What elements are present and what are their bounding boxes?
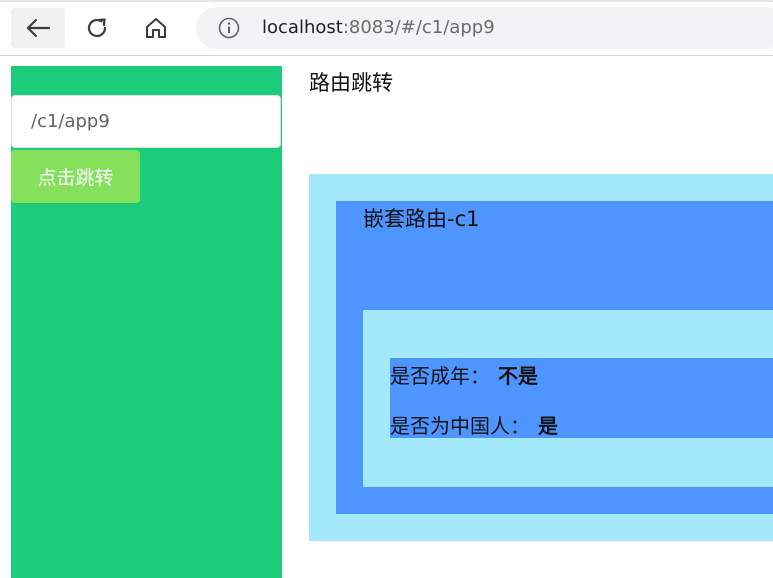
url-host: localhost	[262, 17, 343, 38]
url-path: :8083/#/c1/app9	[342, 17, 495, 38]
router-view-outer: 嵌套路由-c1 是否成年： 不是 是否为中国人： 是	[309, 174, 773, 541]
reload-icon	[87, 18, 107, 38]
back-button[interactable]	[11, 8, 65, 48]
adult-row: 是否成年： 不是	[390, 360, 538, 389]
jump-button[interactable]: 点击跳转	[11, 150, 140, 203]
nested-route-title: 嵌套路由-c1	[363, 207, 480, 231]
address-bar[interactable]: localhost:8083/#/c1/app9	[196, 7, 773, 49]
home-button[interactable]	[129, 8, 183, 48]
chinese-row: 是否为中国人： 是	[390, 410, 558, 439]
page-title: 路由跳转	[309, 71, 393, 95]
home-icon	[146, 18, 166, 38]
browser-toolbar: localhost:8083/#/c1/app9	[0, 0, 773, 56]
reload-button[interactable]	[70, 8, 124, 48]
info-panel: 是否成年： 不是 是否为中国人： 是	[390, 358, 773, 438]
adult-label: 是否成年：	[390, 364, 490, 388]
back-arrow-icon	[26, 18, 51, 38]
adult-value: 不是	[498, 364, 538, 388]
chinese-value: 是	[538, 414, 558, 438]
tab-strip-edge	[0, 0, 773, 2]
info-icon[interactable]	[218, 17, 240, 39]
address-url[interactable]: localhost:8083/#/c1/app9	[262, 17, 495, 39]
nested-route-container: 嵌套路由-c1 是否成年： 不是 是否为中国人： 是	[336, 201, 773, 514]
route-input[interactable]	[11, 95, 281, 148]
router-view-inner: 是否成年： 不是 是否为中国人： 是	[363, 310, 773, 487]
chinese-label: 是否为中国人：	[390, 414, 530, 438]
sidebar: 点击跳转	[11, 66, 282, 578]
